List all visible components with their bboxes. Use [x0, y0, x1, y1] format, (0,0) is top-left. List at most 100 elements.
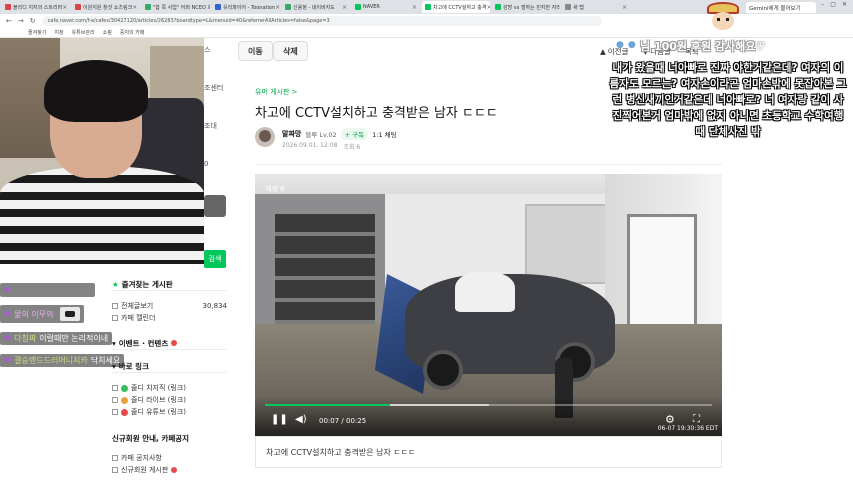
sidebar-item-calendar[interactable]: 카페 캘린더: [112, 312, 227, 324]
browser-tab[interactable]: 신용정 - 네이버지도 ×: [282, 1, 350, 13]
close-tab-icon[interactable]: ×: [622, 4, 627, 11]
new-badge-icon: [171, 340, 178, 346]
browser-tab[interactable]: "합 쪽 사업" 어퍼 NCEO 흐×: [142, 1, 210, 13]
sidebar-item-link[interactable]: 줄디 치지직 (링크): [112, 382, 227, 394]
close-tab-icon[interactable]: ×: [275, 4, 280, 11]
video-progress-fill: [265, 404, 391, 406]
heart-icon: ♥: [4, 309, 12, 319]
avatar-overlay: [703, 0, 743, 34]
board-icon: [112, 409, 118, 415]
sidebar-search-submit[interactable]: 검색: [204, 250, 226, 268]
chevron-down-icon: ▾: [112, 338, 116, 348]
close-tab-icon[interactable]: ×: [62, 4, 67, 11]
gemini-tab[interactable]: Gemini에게 물어보기: [746, 2, 816, 13]
browser-tab[interactable]: NAVER ×: [352, 1, 420, 13]
notice-head: 신규회원 안내, 카페공지: [112, 434, 190, 443]
link-icon: [121, 384, 128, 392]
close-tab-icon[interactable]: ×: [342, 4, 347, 11]
browser-tab[interactable]: 새 탭 ×: [562, 1, 630, 13]
reload-icon[interactable]: ↻: [30, 17, 36, 25]
bookmark-item[interactable]: 유튜브관리: [72, 29, 95, 36]
sidebar-item-link[interactable]: 줄디 라이브 (링크): [112, 394, 227, 406]
author-level: 블루 Lv.02: [305, 131, 337, 139]
heart-icon: ♥: [4, 356, 12, 365]
favicon-icon: [285, 4, 291, 10]
favicon-icon: [5, 4, 11, 10]
links-head[interactable]: ▾ 바로 링크: [112, 360, 227, 373]
chat-button[interactable]: 1:1 채팅: [372, 129, 397, 139]
favicon-icon: [75, 4, 81, 10]
favicon-icon: [565, 4, 571, 10]
eyes-icon: [717, 18, 729, 21]
star-icon: ★: [112, 279, 119, 289]
webcam-striped-shirt: [0, 166, 204, 264]
chevron-up-icon: ▲: [600, 47, 606, 56]
author-name[interactable]: 말짜망: [282, 129, 301, 139]
video-door: [525, 204, 615, 284]
article-title: 차고에 CCTV설치하고 충격받은 남자 ㄷㄷㄷ: [255, 106, 498, 121]
url-field[interactable]: cafe.naver.com/f-e/cafes/30427120/articl…: [41, 16, 602, 26]
window-controls: – ▢ ✕: [821, 1, 847, 8]
donation-line: 님 100원 후원 감사해요♡: [640, 40, 766, 53]
sidebar-fragment: 스: [204, 46, 211, 54]
move-button[interactable]: 이동: [238, 41, 273, 61]
close-window-icon[interactable]: ✕: [842, 1, 847, 8]
favicon-icon: [355, 4, 361, 10]
avatar[interactable]: [255, 127, 275, 147]
author-row: 말짜망 블루 Lv.02 + 구독 1:1 채팅: [282, 128, 397, 140]
browser-tab[interactable]: 감방 vs 벌하는 민지반 자리×: [492, 1, 560, 13]
article-meta: 2026.09.01. 12:08 조회 6: [282, 142, 360, 151]
sidebar-fragment: 0: [204, 160, 209, 168]
board-icon: [112, 467, 118, 473]
webcam-hair: [44, 60, 148, 122]
heart-icon: ♥: [4, 334, 12, 343]
delete-button[interactable]: 삭제: [273, 41, 308, 61]
divider: [255, 164, 722, 165]
video-shelf: [275, 214, 375, 334]
chat-line: ♥ 다칭짜 이럴때만 논리적이네: [0, 332, 113, 345]
favicon-icon: [495, 4, 501, 10]
board-link[interactable]: 유머 게시판 >: [255, 87, 298, 97]
back-icon[interactable]: ←: [6, 17, 12, 25]
pause-icon[interactable]: ❚❚: [271, 414, 288, 425]
sidebar-item-all-posts[interactable]: 전체글보기 30,834: [112, 300, 227, 312]
video-player[interactable]: 재생 6 ❚❚ ◀) 00:07 / 00:25 ⚙ ⛶ 06-07 19:30…: [255, 174, 722, 436]
bookmark-item[interactable]: 즐겨찾기: [28, 29, 46, 36]
events-head[interactable]: ▾ 이벤트 · 컨텐츠: [112, 337, 227, 350]
favicon-icon: [145, 4, 151, 10]
favorites-section: ★ 즐겨찾는 게시판 전체글보기 30,834 카페 캘린더: [112, 278, 227, 324]
fullscreen-icon[interactable]: ⛶: [693, 414, 700, 425]
board-icon: [112, 303, 118, 309]
heart-icon: ♥: [4, 285, 12, 295]
new-badge-icon: [171, 467, 178, 473]
board-icon: [112, 397, 118, 403]
subscribe-button[interactable]: + 구독: [340, 128, 369, 140]
close-tab-icon[interactable]: ×: [486, 4, 490, 11]
favicon-icon: [215, 4, 221, 10]
video-controls-bg: [255, 396, 722, 436]
notice-section: 신규회원 안내, 카페공지 카페 공지사항 신규회원 게시판: [112, 432, 227, 476]
video-progress-bar[interactable]: [265, 404, 712, 406]
sidebar-search-button[interactable]: [204, 195, 226, 217]
browser-tab[interactable]: 차고에 CCTV설하고 충격 ×: [422, 1, 490, 13]
bookmark-item[interactable]: 중지의 카페: [120, 29, 145, 36]
minimize-icon[interactable]: –: [821, 1, 824, 8]
sidebar-item-new-members[interactable]: 신규회원 게시판: [112, 464, 227, 476]
maximize-icon[interactable]: ▢: [830, 1, 836, 8]
browser-tab[interactable]: 이원지원 창섯 쇼츠링크 ×: [72, 1, 140, 13]
link-icon: [121, 408, 128, 416]
volume-icon[interactable]: ◀): [295, 414, 307, 425]
sidebar-item-link[interactable]: 줄디 유튜브 (링크): [112, 406, 227, 418]
close-tab-icon[interactable]: ×: [132, 4, 137, 11]
bookmark-item[interactable]: 쇼핑: [103, 29, 112, 36]
sidebar-item-notice[interactable]: 카페 공지사항: [112, 452, 227, 464]
close-tab-icon[interactable]: ×: [412, 4, 417, 11]
bookmark-item[interactable]: 지창: [54, 29, 63, 36]
browser-tab[interactable]: 블리디 지지의 스트리머 ×: [2, 1, 70, 13]
webcam-overlay: [0, 38, 204, 264]
board-icon: [112, 455, 118, 461]
video-time: 00:07 / 00:25: [319, 417, 367, 425]
forward-icon[interactable]: →: [18, 17, 24, 25]
browser-tab[interactable]: 유리파이어 - Toonation ×: [212, 1, 280, 13]
sidebar-fragment: 조대: [204, 122, 217, 130]
